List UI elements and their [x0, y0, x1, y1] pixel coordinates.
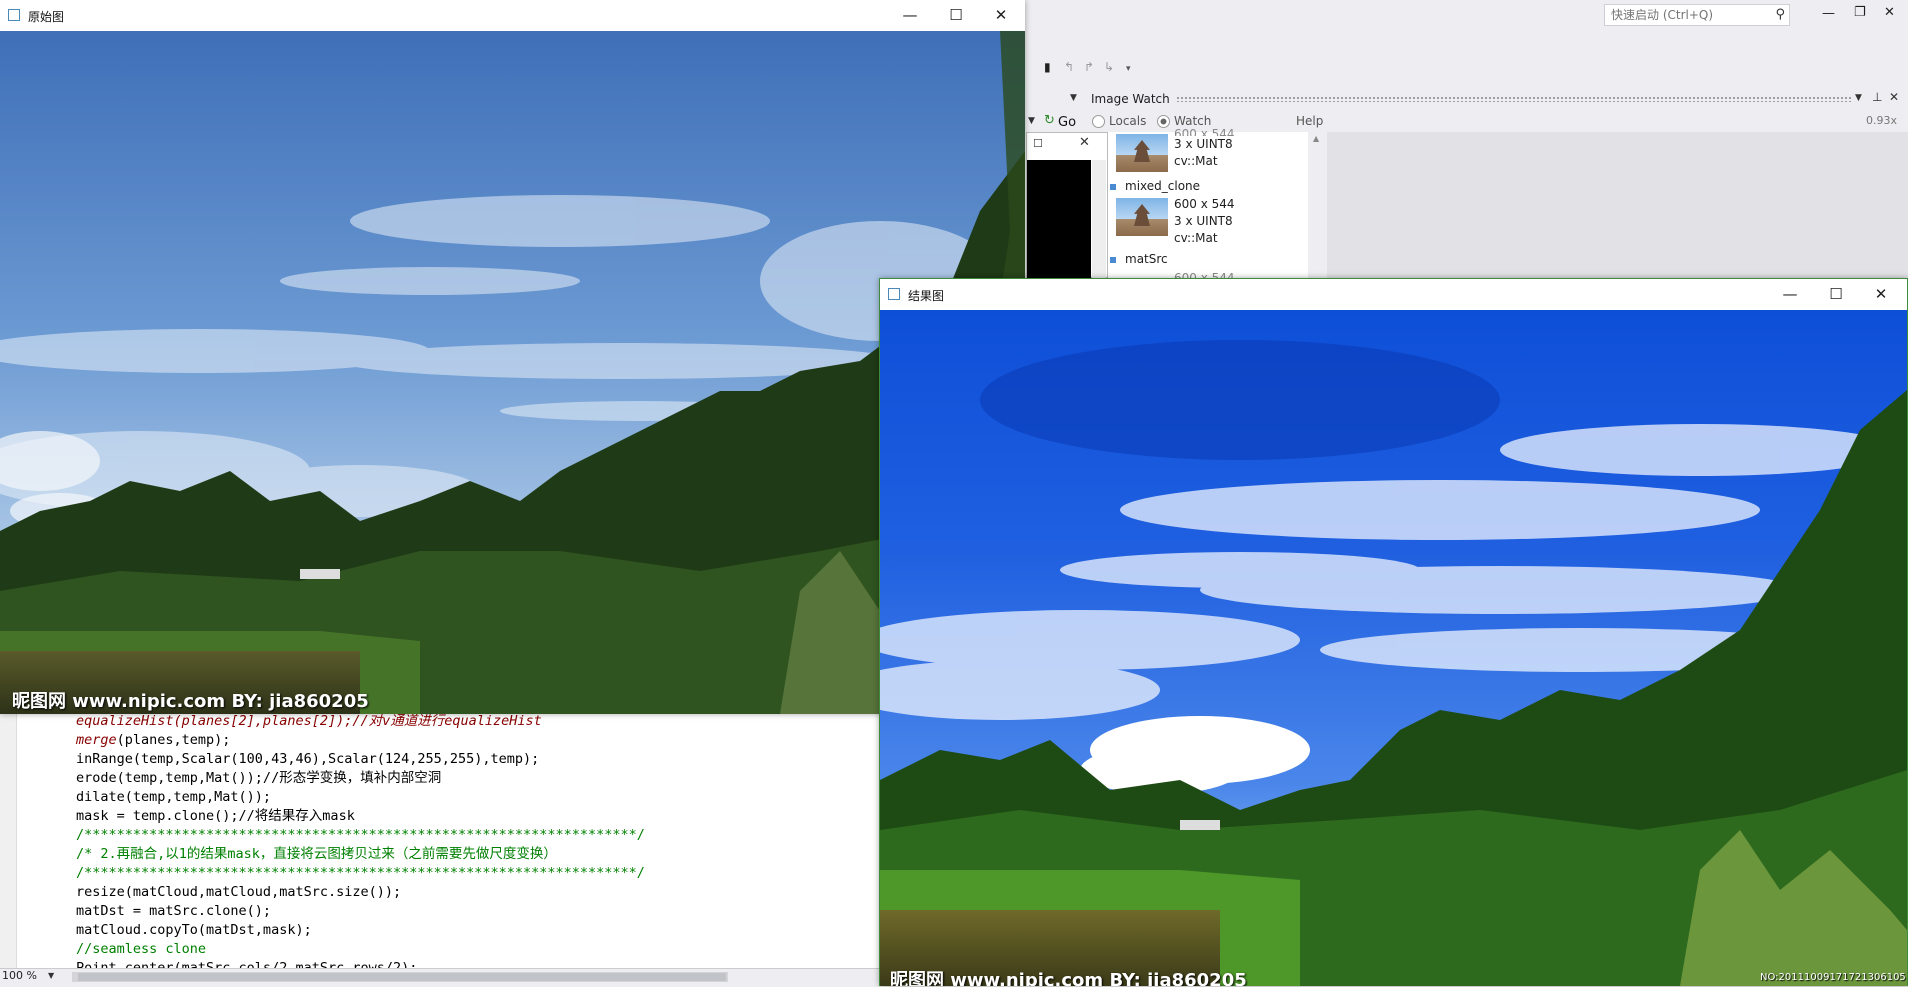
- result-maximize-button[interactable]: ☐: [1814, 281, 1858, 307]
- ide-restore-button[interactable]: ❐: [1854, 5, 1866, 20]
- help-link[interactable]: Help: [1296, 114, 1323, 128]
- image-watch-title: Image Watch: [1091, 92, 1170, 106]
- item-size: 600 x 544: [1174, 197, 1235, 211]
- side-window-scrollbar[interactable]: [1092, 160, 1106, 278]
- source-close-button[interactable]: ✕: [979, 2, 1023, 28]
- code-line: erode(temp,temp,Mat());//形态学变换，填补内部空洞: [76, 770, 442, 786]
- list-item: 600 x 544 3 x UINT8 cv::Mat: [1174, 196, 1235, 247]
- panel-menu-chevron-icon[interactable]: ▼: [1855, 93, 1862, 103]
- result-close-button[interactable]: ✕: [1859, 281, 1903, 307]
- item-size: 600 x 544: [1174, 127, 1235, 136]
- item-type: 3 x UINT8: [1174, 214, 1233, 228]
- go-button[interactable]: Go: [1058, 115, 1076, 130]
- result-window-title: 结果图: [908, 289, 945, 303]
- item-size: 600 x 544: [1174, 271, 1235, 278]
- quick-launch-box[interactable]: ⚲: [1604, 4, 1790, 26]
- code-line: merge(planes,temp);: [76, 732, 231, 748]
- result-minimize-button[interactable]: —: [1768, 281, 1812, 307]
- search-icon[interactable]: ⚲: [1775, 7, 1785, 22]
- code-line: /* 2.再融合,以1的结果mask，直接将云图拷贝过来（之前需要先做尺度变换）: [76, 846, 557, 862]
- toolbar-overflow-icon[interactable]: ▾: [1126, 64, 1131, 74]
- list-item: 600 x 544 3 x UINT8 cv::Mat: [1174, 126, 1235, 170]
- result-landscape-image: [880, 310, 1907, 986]
- side-window-canvas: [1027, 160, 1091, 278]
- source-window-title: 原始图: [28, 10, 65, 24]
- ide-minimize-button[interactable]: —: [1822, 6, 1835, 21]
- code-line: mask = temp.clone();//将结果存入mask: [76, 808, 355, 824]
- code-line: matDst = matSrc.clone();: [76, 903, 272, 919]
- bookmark-next-icon[interactable]: ↱: [1084, 60, 1094, 74]
- item-type: 3 x UINT8: [1174, 137, 1233, 151]
- zoom-chevron-icon[interactable]: ▼: [48, 971, 54, 980]
- panel-grip[interactable]: [1176, 96, 1851, 102]
- editor-gutter: [0, 712, 17, 968]
- code-editor[interactable]: equalizeHist(planes[2],planes[2]);//对v通道…: [0, 712, 881, 976]
- code-line: /***************************************…: [76, 827, 645, 843]
- code-line: dilate(temp,temp,Mat());: [76, 789, 272, 805]
- bookmark-icon[interactable]: ▮: [1044, 60, 1051, 74]
- result-watermark: 昵图网 www.nipic.com BY: jia860205: [890, 970, 1247, 986]
- item-name: mixed_clone: [1125, 179, 1201, 193]
- image-thumbnail[interactable]: [1116, 134, 1168, 172]
- item-class: cv::Mat: [1174, 231, 1218, 245]
- item-marker: [1110, 184, 1116, 190]
- pin-icon[interactable]: ⊥: [1872, 90, 1882, 104]
- source-minimize-button[interactable]: —: [888, 2, 932, 28]
- code-text[interactable]: equalizeHist(planes[2],planes[2]);//对v通道…: [76, 712, 645, 978]
- app-window-icon: [888, 288, 900, 300]
- result-window-titlebar[interactable]: 结果图 — ☐ ✕: [880, 279, 1907, 309]
- watch-radio[interactable]: [1157, 115, 1170, 128]
- source-photo: 昵图网 www.nipic.com BY: jia860205: [0, 31, 1025, 714]
- item-marker: [1110, 257, 1116, 263]
- locals-label: Locals: [1109, 114, 1147, 128]
- side-window-restore-icon[interactable]: ☐: [1033, 137, 1043, 150]
- source-image-window[interactable]: 原始图 — ☐ ✕ 昵图网 www.nipic.com BY: jia86020…: [0, 0, 1025, 714]
- source-watermark: 昵图网 www.nipic.com BY: jia860205: [12, 691, 369, 712]
- locals-radio[interactable]: [1092, 115, 1105, 128]
- code-line: equalizeHist(planes[2],planes[2]);//对v通道…: [76, 713, 542, 729]
- result-watermark-number: NO:20111009171721306105: [1760, 972, 1906, 983]
- image-watch-list[interactable]: 600 x 544 3 x UINT8 cv::Mat mixed_clone …: [1108, 127, 1308, 278]
- bookmark-toolbar: ▮ ↰ ↱ ↳ ▾: [1040, 60, 1140, 78]
- dropdown-chevron-icon[interactable]: ▼: [1028, 116, 1035, 126]
- source-landscape-image: [0, 31, 1025, 714]
- result-image-window[interactable]: 结果图 — ☐ ✕ 昵图网 www.nipic.com BY: jia86020…: [879, 278, 1908, 986]
- dropdown-chevron-icon[interactable]: ▼: [1070, 93, 1077, 103]
- code-line: inRange(temp,Scalar(100,43,46),Scalar(12…: [76, 751, 540, 767]
- code-line: matCloud.copyTo(matDst,mask);: [76, 922, 312, 938]
- panel-close-icon[interactable]: ✕: [1889, 90, 1899, 104]
- result-photo: 昵图网 www.nipic.com BY: jia860205 NO:20111…: [880, 310, 1907, 986]
- item-name: matSrc: [1125, 252, 1168, 266]
- source-window-titlebar[interactable]: 原始图 — ☐ ✕: [0, 0, 1025, 30]
- side-window-close-icon[interactable]: ✕: [1079, 135, 1090, 150]
- app-window-icon: [8, 9, 20, 21]
- ide-close-button[interactable]: ✕: [1884, 5, 1895, 20]
- image-watch-viewer[interactable]: [1327, 132, 1908, 278]
- image-watch-zoom: 0.93x: [1866, 114, 1898, 127]
- image-watch-scrollbar[interactable]: ▲: [1310, 132, 1324, 278]
- item-class: cv::Mat: [1174, 154, 1218, 168]
- bookmark-clear-icon[interactable]: ↳: [1104, 60, 1114, 74]
- scroll-up-icon[interactable]: ▲: [1313, 134, 1319, 143]
- code-line: //seamless clone: [76, 941, 207, 957]
- go-refresh-icon[interactable]: ↻: [1044, 113, 1055, 128]
- image-thumbnail[interactable]: [1116, 198, 1168, 236]
- quick-launch-input[interactable]: [1605, 5, 1777, 25]
- bookmark-prev-icon[interactable]: ↰: [1064, 60, 1074, 74]
- source-maximize-button[interactable]: ☐: [934, 2, 978, 28]
- code-line: /***************************************…: [76, 865, 645, 881]
- scrollbar-thumb[interactable]: [78, 973, 726, 981]
- code-line: resize(matCloud,matCloud,matSrc.size());: [76, 884, 402, 900]
